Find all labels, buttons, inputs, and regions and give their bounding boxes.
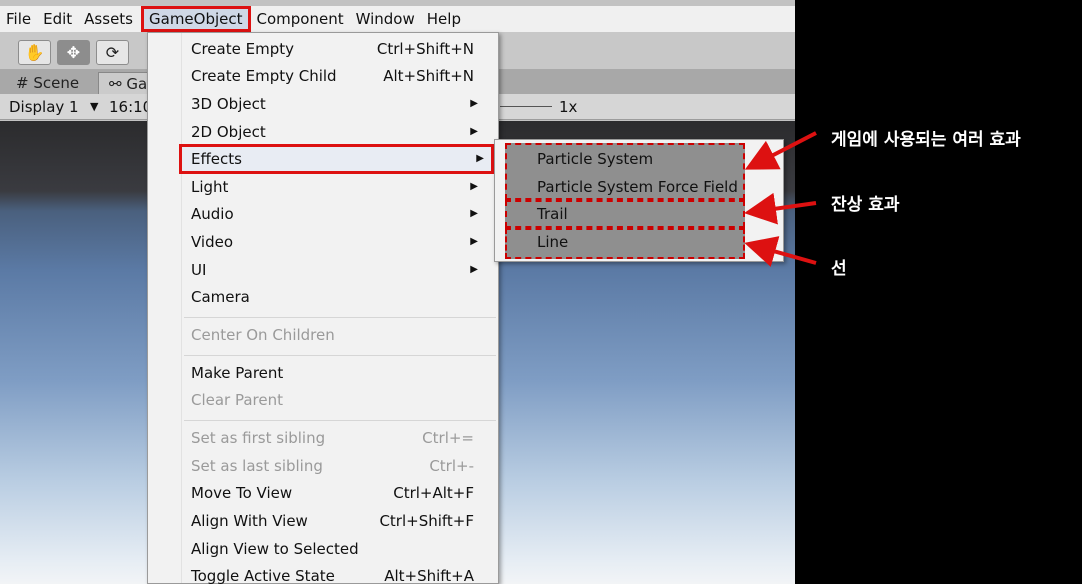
arrow-line [744, 236, 817, 267]
annotation-line: 선 [831, 259, 847, 279]
annotation-arrows [744, 131, 817, 267]
arrow-effects [744, 131, 817, 170]
arrow-trail [744, 192, 817, 225]
annotation-effects: 게임에 사용되는 여러 효과 [831, 130, 1021, 150]
annotation-trail: 잔상 효과 [831, 195, 900, 215]
